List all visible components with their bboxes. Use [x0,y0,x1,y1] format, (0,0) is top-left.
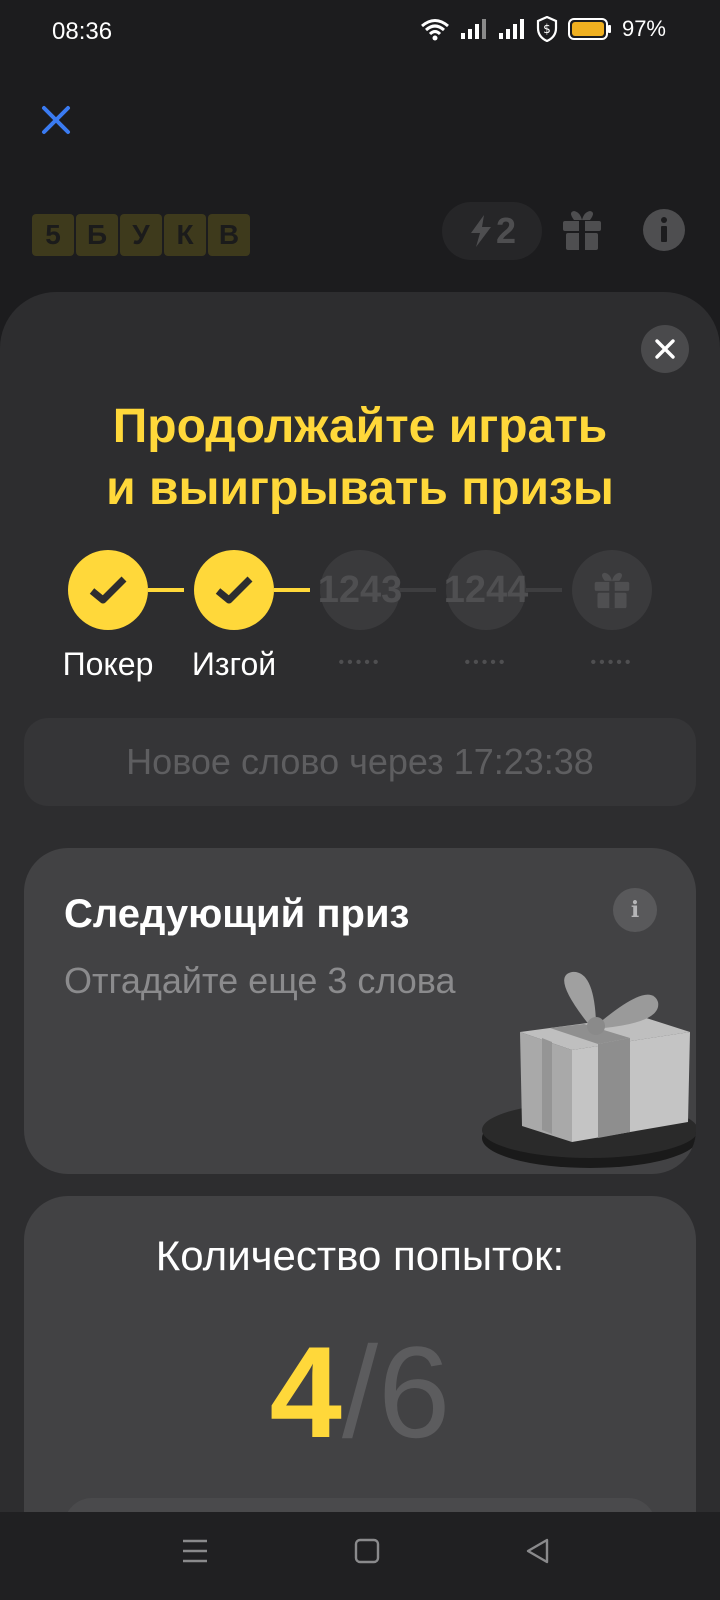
gift-icon [594,572,630,609]
prize-subtitle: Отгадайте еще 3 слова [64,960,456,1001]
signal-icon [460,19,486,39]
step-number: 1243 [317,568,403,611]
step-pending: 1243 [317,550,403,630]
step-done [194,550,274,630]
step-connector [400,588,436,592]
tries-count: 4/6 [24,1322,696,1462]
info-icon [643,209,685,251]
logo-letter: У [120,214,162,256]
status-time: 08:36 [52,18,113,45]
close-button[interactable] [36,100,76,140]
step-label: Изгой [191,646,277,682]
logo-letter: 5 [32,214,74,256]
logo-letter: В [208,214,250,256]
step-label: Покер [62,646,154,682]
logo-letter: К [164,214,206,256]
gift-illustration-icon [482,971,696,1168]
tries-total: 6 [378,1319,451,1465]
close-icon [655,339,675,359]
checkmark-icon [215,576,253,604]
battery-icon [567,18,611,40]
tries-used: 4 [269,1319,342,1465]
prize-info-button[interactable]: i [613,888,657,932]
step-gift [572,550,652,630]
nav-home-button[interactable] [350,1534,384,1573]
energy-count: 2 [495,210,517,251]
battery-percent: 97% [621,16,666,41]
timer-text: Новое слово через 17:23:38 [126,741,594,782]
system-nav-bar [0,1512,720,1600]
energy-button[interactable]: 2 [442,202,542,260]
tries-card: Количество попыток: 4/6 [24,1196,696,1556]
app-logo: 5 Б У К В [32,214,250,256]
step-dots: ••••• [338,654,382,671]
status-bar: 08:36 $ 97% [0,0,720,64]
tries-separator: / [341,1319,379,1465]
signal-icon [498,19,524,39]
wifi-icon [420,19,449,41]
headline-line: и выигрывать призы [106,462,614,515]
headline-line: Продолжайте играть [112,400,608,453]
progress-steps: 1243 1244 Покер Изгой ••••• ••••• ••••• [0,550,720,690]
logo-letter: Б [76,214,118,256]
checkmark-icon [89,576,127,604]
info-button[interactable] [642,208,686,257]
tries-title: Количество попыток: [155,1232,565,1279]
step-pending: 1244 [443,550,529,630]
step-done [68,550,148,630]
new-word-timer: Новое слово через 17:23:38 [24,718,696,806]
nav-back-button[interactable] [520,1534,554,1573]
lightning-icon [470,215,491,247]
menu-icon [183,1539,207,1563]
sheet-close-button[interactable] [641,325,689,373]
close-icon [42,106,70,134]
info-icon: i [630,897,640,923]
step-connector [274,588,310,592]
nav-menu-button[interactable] [178,1534,212,1573]
status-icons: $ 97% [420,16,666,42]
back-triangle-icon [526,1538,549,1564]
step-connector [148,588,184,592]
step-dots: ••••• [590,654,634,671]
svg-text:$: $ [543,22,551,36]
step-dots: ••••• [464,654,508,671]
home-square-icon [354,1538,380,1564]
next-prize-card[interactable]: Следующий приз Отгадайте еще 3 слова i [24,848,696,1174]
shield-dollar-icon: $ [536,16,558,42]
step-connector [526,588,562,592]
prize-title: Следующий приз [64,892,410,936]
gift-button[interactable] [560,208,604,257]
gift-icon [563,211,601,250]
sheet-headline: Продолжайте играть и выигрывать призы [0,396,720,520]
step-number: 1244 [443,568,529,611]
